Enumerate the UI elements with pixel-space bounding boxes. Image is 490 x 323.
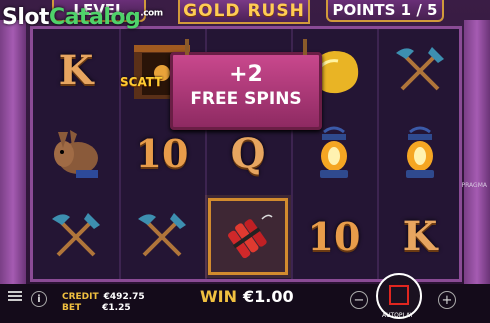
lantern-icon	[320, 126, 348, 178]
credit-bet-panel: CREDIT €492.75 BET €1.25	[62, 292, 145, 314]
symbol-pickaxe-shovel	[33, 195, 119, 278]
dynamite-icon	[228, 214, 273, 258]
decrease-bet-button[interactable]: −	[350, 291, 368, 309]
provider-label: PRAGMA	[461, 182, 487, 189]
sign-rope	[303, 39, 307, 55]
symbol-pickaxe-shovel	[119, 195, 205, 278]
increase-bet-button[interactable]: +	[438, 291, 456, 309]
symbol-k: K	[58, 47, 94, 94]
reel-5: K	[377, 29, 463, 279]
wooden-post-left	[0, 20, 26, 285]
symbol-pickaxe-shovel	[377, 29, 463, 112]
wooden-post-right	[464, 20, 490, 285]
settings-icon[interactable]	[8, 290, 22, 302]
donkey-icon	[54, 129, 98, 178]
credit-row: CREDIT €492.75	[62, 292, 145, 302]
sign-rope	[185, 39, 189, 55]
win-display: WIN €1.00	[200, 287, 294, 306]
autoplay-button[interactable]: AUTOPLAY	[382, 312, 413, 319]
bet-row: BET €1.25	[62, 303, 131, 313]
free-spins-count: +2	[229, 62, 263, 87]
symbol-lantern	[377, 112, 463, 195]
lantern-icon	[406, 126, 434, 178]
pickaxe-shovel-icon	[52, 212, 100, 256]
symbol-donkey	[33, 112, 119, 195]
free-spins-label: FREE SPINS	[190, 89, 302, 109]
symbol-dynamite	[205, 195, 291, 278]
watermark-logo: SlotCatalog.com	[2, 5, 163, 30]
symbol-10: 10	[307, 214, 361, 259]
pickaxe-shovel-icon	[138, 212, 186, 256]
points-badge: POINTS 1 / 5	[326, 0, 444, 22]
game-title: GOLD RUSH	[178, 0, 310, 24]
scatter-label: SCATT	[120, 75, 163, 89]
pickaxe-shovel-icon	[396, 46, 444, 90]
info-button[interactable]: i	[31, 291, 47, 307]
symbol-k: K	[402, 213, 438, 260]
free-spins-sign: +2 FREE SPINS	[170, 39, 322, 130]
reel-1: K	[33, 29, 121, 279]
stop-icon	[389, 285, 409, 305]
